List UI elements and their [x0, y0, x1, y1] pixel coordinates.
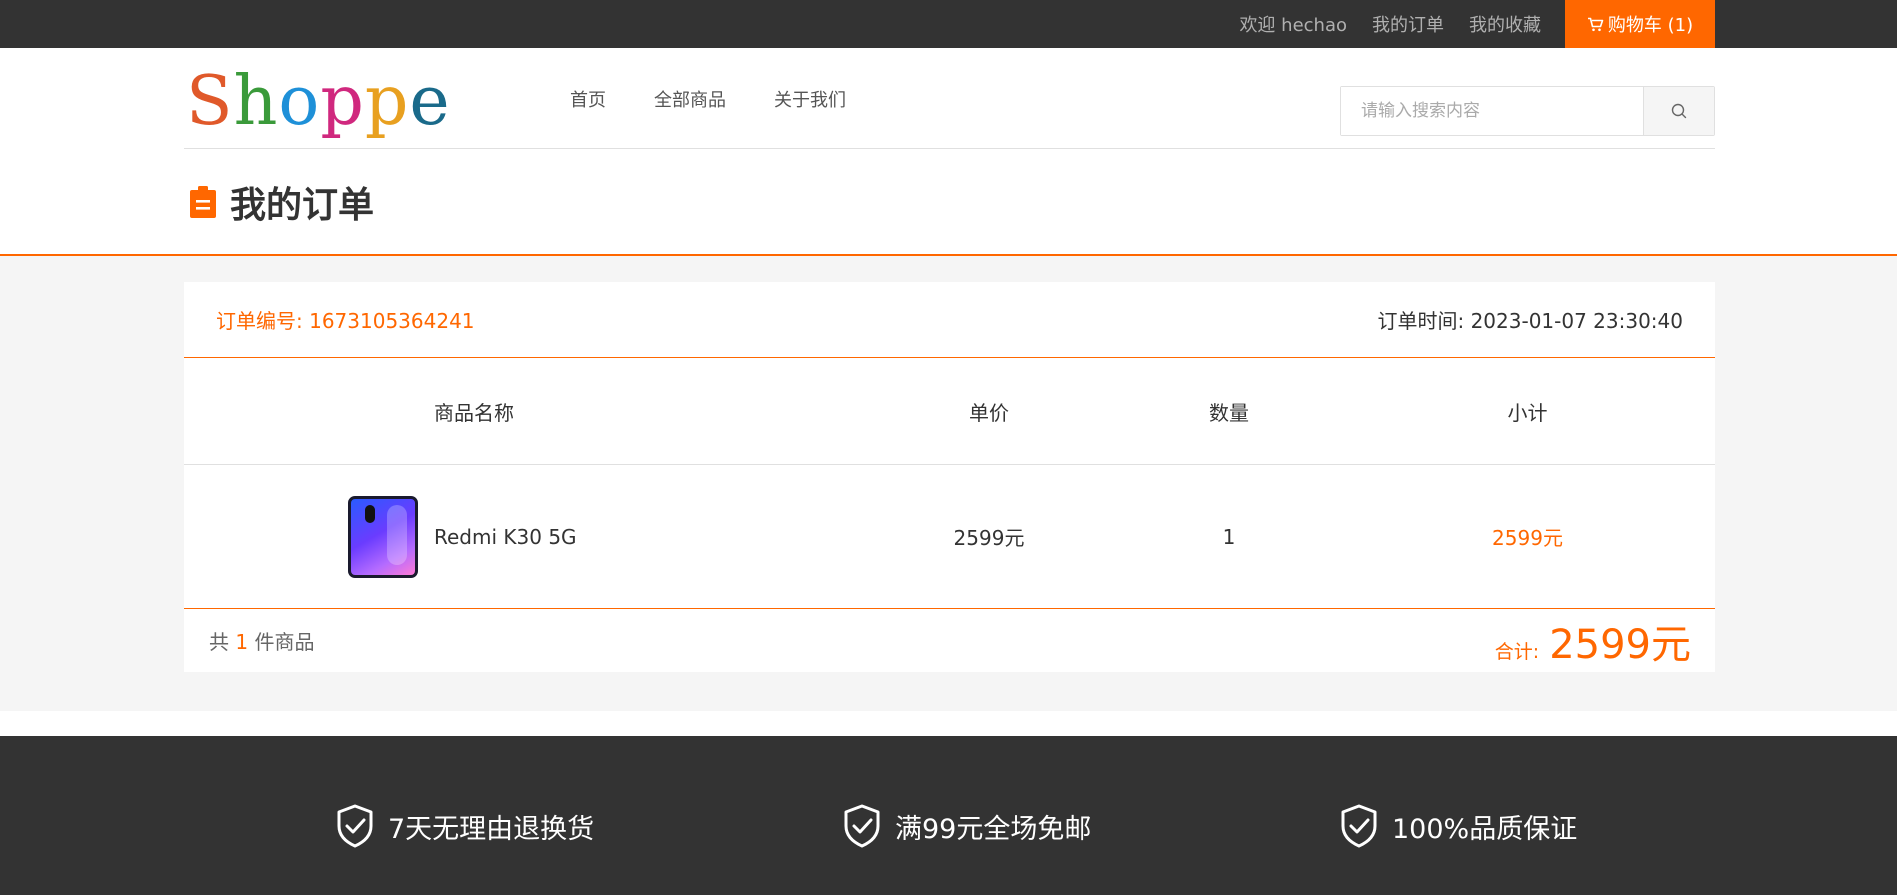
product-image[interactable]	[348, 495, 418, 578]
main-content: 订单编号: 1673105364241 订单时间: 2023-01-07 23:…	[0, 256, 1897, 711]
count-value: 1	[235, 630, 249, 654]
order-footer: 共 1 件商品 合计: 2599元	[184, 609, 1715, 672]
search-input[interactable]	[1341, 87, 1643, 135]
nav-home[interactable]: 首页	[570, 86, 606, 112]
column-header-name: 商品名称	[434, 400, 514, 425]
nav-all-products[interactable]: 全部商品	[654, 86, 726, 112]
logo-letter: S	[186, 62, 234, 141]
count-suffix: 件商品	[254, 630, 315, 654]
total-label: 合计:	[1494, 640, 1540, 663]
feature-label: 满99元全场免邮	[895, 813, 1092, 845]
top-bar: 欢迎 hechao 我的订单 我的收藏 购物车 (1)	[0, 0, 1897, 48]
column-header-qty: 数量	[1209, 400, 1249, 425]
feature-label: 100%品质保证	[1392, 813, 1578, 845]
search-button[interactable]	[1643, 87, 1714, 135]
cart-icon	[1587, 17, 1604, 31]
feature-free-shipping: 满99元全场免邮	[843, 804, 1091, 848]
page-title: 我的订单	[230, 184, 375, 226]
logo-letter: e	[409, 62, 451, 141]
logo-letter: p	[364, 62, 410, 141]
order-card: 订单编号: 1673105364241 订单时间: 2023-01-07 23:…	[184, 282, 1715, 672]
order-total: 合计: 2599元	[1495, 612, 1691, 670]
search-box	[1340, 86, 1715, 136]
order-time: 订单时间: 2023-01-07 23:30:40	[1377, 309, 1683, 333]
shield-check-icon	[337, 804, 373, 848]
logo-letter: h	[233, 62, 279, 141]
product-qty: 1	[1222, 524, 1236, 549]
my-favorites-link[interactable]: 我的收藏	[1469, 11, 1541, 37]
cart-button[interactable]: 购物车 (1)	[1565, 0, 1715, 48]
feature-quality: 100%品质保证	[1340, 804, 1577, 848]
page-title-bar: 我的订单	[0, 149, 1897, 256]
clipboard-icon	[190, 185, 216, 218]
order-number: 订单编号: 1673105364241	[216, 309, 475, 333]
main-nav: 首页 全部商品 关于我们	[570, 48, 894, 149]
welcome-user-link[interactable]: 欢迎 hechao	[1239, 11, 1347, 37]
product-image-cell	[184, 495, 434, 578]
total-value: 2599元	[1549, 621, 1691, 668]
column-header-subtotal: 小计	[1507, 400, 1548, 425]
site-footer: 7天无理由退换货 满99元全场免邮 100%品质保证	[0, 736, 1897, 895]
product-subtotal: 2599元	[1492, 526, 1563, 550]
product-name[interactable]: Redmi K30 5G	[434, 525, 884, 549]
feature-label: 7天无理由退换货	[388, 813, 595, 845]
cart-label: 购物车 (1)	[1607, 15, 1694, 36]
logo-letter: o	[278, 62, 321, 141]
nav-about-us[interactable]: 关于我们	[774, 86, 846, 112]
item-count: 共 1 件商品	[209, 626, 314, 655]
site-header: Shoppe 首页 全部商品 关于我们	[184, 48, 1715, 149]
shield-check-icon	[1341, 804, 1377, 848]
table-row: Redmi K30 5G 2599元 1 2599元	[184, 465, 1715, 609]
shield-check-icon	[844, 804, 880, 848]
logo-letter: p	[320, 62, 365, 141]
shoppe-logo[interactable]: Shoppe	[186, 68, 451, 136]
my-orders-link[interactable]: 我的订单	[1372, 11, 1444, 37]
search-icon	[1671, 103, 1687, 119]
product-price: 2599元	[953, 526, 1025, 550]
column-header-price: 单价	[969, 400, 1009, 425]
order-header: 订单编号: 1673105364241 订单时间: 2023-01-07 23:…	[184, 282, 1715, 358]
table-header: 商品名称 单价 数量 小计	[184, 358, 1715, 465]
count-prefix: 共	[209, 630, 229, 654]
feature-returns: 7天无理由退换货	[336, 804, 594, 848]
